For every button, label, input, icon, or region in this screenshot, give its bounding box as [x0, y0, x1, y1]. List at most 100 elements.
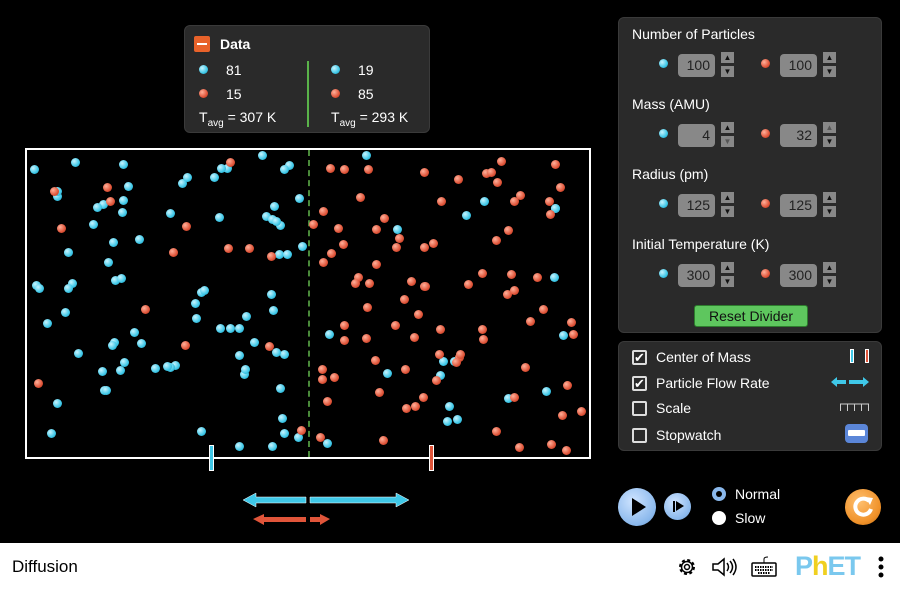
mass-blue-decrement-button[interactable]: ▼ — [721, 136, 734, 147]
red-particle-icon — [761, 269, 770, 278]
blue-particle — [93, 202, 102, 212]
blue-particle — [215, 212, 225, 222]
number-red-value[interactable]: 100 — [780, 54, 817, 77]
blue-particle — [452, 414, 462, 424]
radius-blue-decrement-button[interactable]: ▼ — [721, 206, 734, 217]
red-particle — [477, 324, 487, 334]
temp-label: Initial Temperature (K) — [632, 236, 770, 252]
blue-particle — [283, 249, 293, 259]
mass-blue-value[interactable]: 4 — [678, 124, 715, 147]
slow-radio[interactable] — [712, 511, 726, 525]
number-blue-increment-button[interactable]: ▲ — [721, 52, 734, 63]
reset-divider-button[interactable]: Reset Divider — [694, 305, 808, 327]
number-red-increment-button[interactable]: ▲ — [823, 52, 836, 63]
red-particle — [551, 160, 561, 170]
blue-particle — [70, 157, 80, 167]
normal-radio[interactable] — [712, 487, 726, 501]
red-particle — [437, 197, 447, 207]
blue-particle — [274, 249, 284, 259]
number-blue-value[interactable]: 100 — [678, 54, 715, 77]
temp-blue-decrement-button[interactable]: ▼ — [721, 276, 734, 287]
phet-logo[interactable]: PhET — [795, 551, 861, 582]
mass-red-increment-button[interactable]: ▲ — [823, 122, 836, 133]
red-flow-arrow-left — [253, 514, 306, 525]
red-particle — [267, 251, 277, 261]
blue-particle — [101, 385, 111, 395]
number-red-decrement-button[interactable]: ▼ — [823, 66, 836, 77]
mass-red-decrement-button[interactable]: ▼ — [823, 136, 836, 147]
temp-red-decrement-button[interactable]: ▼ — [823, 276, 836, 287]
red-particle — [420, 282, 430, 292]
play-button[interactable] — [618, 488, 656, 526]
red-particle — [333, 223, 343, 233]
blue-particle-icon — [659, 129, 668, 138]
blue-particle — [53, 398, 63, 408]
blue-particle — [30, 165, 40, 175]
radius-blue-value[interactable]: 125 — [678, 194, 715, 217]
more-options-icon[interactable] — [877, 555, 885, 579]
red-particle — [371, 356, 381, 366]
red-particle — [103, 182, 113, 192]
mass-red-value[interactable]: 32 — [780, 124, 817, 147]
blue-particle — [191, 314, 201, 324]
blue-particle — [268, 442, 278, 452]
reset-all-button[interactable] — [845, 489, 881, 525]
divider[interactable] — [308, 150, 310, 457]
number-blue-decrement-button[interactable]: ▼ — [721, 66, 734, 77]
scale-checkbox[interactable] — [632, 401, 647, 416]
center-of-mass-checkbox[interactable]: ✔ — [632, 350, 647, 365]
red-particle — [297, 425, 307, 435]
blue-particle-icon — [331, 65, 340, 74]
keyboard-icon[interactable] — [750, 555, 778, 579]
temp-red-increment-button[interactable]: ▲ — [823, 262, 836, 273]
flow-rate-icon — [831, 377, 869, 387]
red-particle — [477, 269, 487, 279]
red-particle — [339, 239, 349, 249]
temp-blue-value[interactable]: 300 — [678, 264, 715, 287]
blue-particle — [135, 235, 145, 245]
blue-particle — [210, 173, 220, 183]
red-particle — [340, 321, 350, 331]
blue-particle — [234, 441, 244, 451]
red-particle — [141, 305, 151, 315]
red-particle — [414, 310, 424, 320]
radius-red-increment-button[interactable]: ▲ — [823, 192, 836, 203]
collapse-icon[interactable] — [194, 36, 210, 52]
red-particle — [504, 225, 514, 235]
radius-blue-increment-button[interactable]: ▲ — [721, 192, 734, 203]
blue-flow-arrow-left — [242, 492, 307, 508]
left-tavg: Tavg = 307 K — [199, 109, 277, 129]
red-particle — [402, 403, 412, 413]
red-particle — [330, 372, 340, 382]
right-tavg: Tavg = 293 K — [331, 109, 409, 129]
blue-particle — [151, 364, 161, 374]
red-particle — [491, 235, 501, 245]
radius-red-decrement-button[interactable]: ▼ — [823, 206, 836, 217]
center-of-mass-label: Center of Mass — [656, 349, 751, 365]
red-particle — [478, 335, 488, 345]
red-particle — [391, 243, 401, 253]
red-particle — [558, 411, 568, 421]
step-button[interactable] — [664, 493, 691, 520]
red-particle — [419, 243, 429, 253]
red-particle — [451, 358, 461, 368]
temp-blue-increment-button[interactable]: ▲ — [721, 262, 734, 273]
blue-particle — [89, 219, 99, 229]
temp-red-value[interactable]: 300 — [780, 264, 817, 287]
particle-flow-rate-checkbox[interactable]: ✔ — [632, 376, 647, 391]
red-particle-icon — [199, 89, 208, 98]
particle-flow-arrows — [242, 492, 410, 525]
red-particle — [181, 340, 191, 350]
red-particle — [363, 165, 373, 175]
red-particle — [547, 440, 557, 450]
radius-red-value[interactable]: 125 — [780, 194, 817, 217]
mass-blue-increment-button[interactable]: ▲ — [721, 122, 734, 133]
reset-icon — [853, 496, 873, 517]
left-blue-count: 81 — [226, 62, 242, 78]
sound-icon[interactable] — [711, 556, 737, 578]
settings-icon[interactable] — [676, 556, 698, 578]
blue-particle — [200, 285, 210, 295]
center-of-mass-icon-red — [865, 349, 869, 363]
blue-particle — [64, 247, 74, 257]
stopwatch-checkbox[interactable] — [632, 428, 647, 443]
